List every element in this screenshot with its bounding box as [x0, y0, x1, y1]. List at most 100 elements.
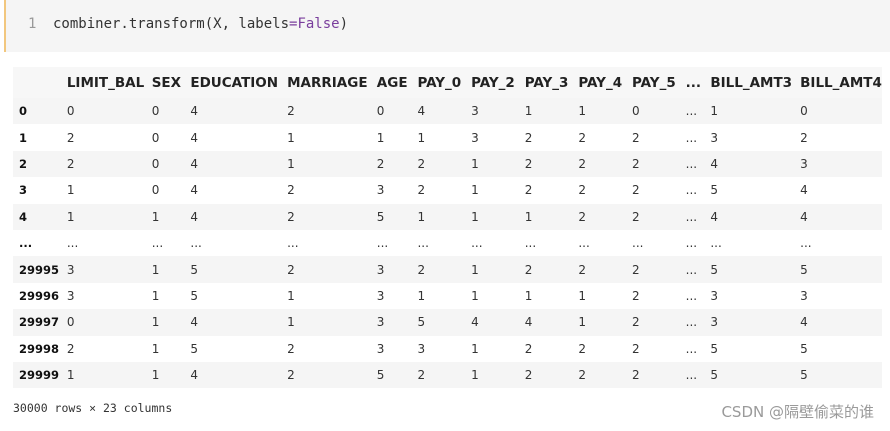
table-cell: 2 [632, 130, 640, 145]
table-row: 29996 3 1 5 1 3 1 1 1 1 2... 3 3 [13, 282, 882, 310]
row-index: 0 [19, 104, 28, 119]
table-cell: 3 [800, 288, 808, 303]
table-cell: 2 [632, 341, 640, 356]
table-cell: 1 [287, 156, 295, 171]
table-cell: 2 [417, 183, 426, 198]
table-cell: 4 [524, 315, 533, 330]
column-header: ... [679, 67, 705, 98]
table-cell: 1 [66, 183, 75, 198]
table-cell: 4 [190, 183, 199, 198]
table-cell: 4 [190, 209, 199, 224]
table-cell: 3 [376, 288, 385, 303]
table-row: 2 2 0 4 1 2 2 1 2 2 2... 4 3 [13, 150, 882, 178]
table-cell: ... [685, 341, 698, 356]
row-index: 29996 [19, 288, 60, 303]
table-cell: ... [685, 262, 698, 277]
table-cell: ... [632, 236, 644, 251]
table-cell: 1 [287, 288, 295, 303]
table-cell: 5 [376, 209, 385, 224]
table-cell: 1 [471, 368, 479, 383]
table-cell: 1 [578, 104, 586, 119]
table-cell: 2 [524, 156, 533, 171]
table-cell: 1 [66, 368, 75, 383]
table-cell: 1 [524, 288, 533, 303]
table-cell: 0 [151, 183, 160, 198]
table-cell: 1 [471, 341, 479, 356]
notebook-output: 1 combiner.transform(X, labels=False) LI… [0, 0, 890, 431]
table-cell: 3 [710, 315, 718, 330]
column-header: MARRIAGE [281, 67, 371, 98]
table-cell: 3 [66, 262, 75, 277]
table-row: 29999 1 1 4 2 5 2 1 2 2 2... 5 5 [13, 361, 882, 389]
table-cell: 4 [471, 315, 479, 330]
table-cell: 1 [151, 315, 160, 330]
table-row: 3 1 0 4 2 3 2 1 2 2 2... 5 4 [13, 177, 882, 204]
table-cell: 1 [578, 315, 586, 330]
table-row: ........................................… [13, 229, 882, 257]
table-cell: 3 [471, 130, 479, 145]
table-cell: 2 [800, 130, 808, 145]
table-cell: 2 [66, 156, 75, 171]
table-cell: 2 [632, 288, 640, 303]
table-cell: 4 [800, 183, 808, 198]
table-cell: 2 [417, 368, 426, 383]
table-cell: 5 [190, 288, 199, 303]
table-cell: ... [66, 236, 79, 251]
table-cell: 2 [287, 209, 295, 224]
table-cell: 1 [151, 209, 160, 224]
table-cell: 3 [800, 156, 808, 171]
table-cell: 4 [190, 315, 199, 330]
code-cell[interactable]: 1 combiner.transform(X, labels=False) [4, 0, 890, 52]
dataframe-shape-note: 30000 rows × 23 columns [13, 401, 173, 415]
code-close-paren: ) [339, 16, 349, 32]
table-cell: 2 [632, 156, 640, 171]
table-cell: 4 [710, 209, 718, 224]
table-cell: 2 [578, 130, 586, 145]
table-cell: 1 [376, 130, 385, 145]
table-cell: 2 [578, 156, 586, 171]
table-cell: ... [287, 236, 299, 251]
table-cell: 4 [190, 156, 199, 171]
table-cell: 2 [66, 341, 75, 356]
column-header: SEX [145, 67, 185, 98]
table-cell: 2 [578, 262, 586, 277]
table-cell: 2 [417, 262, 426, 277]
table-cell: 1 [524, 104, 533, 119]
table-row: 29998 2 1 5 2 3 3 1 2 2 2... 5 5 [13, 335, 882, 362]
table-cell: 1 [417, 209, 426, 224]
column-header: PAY_2 [465, 67, 519, 98]
table-cell: ... [471, 236, 483, 251]
table-cell: 2 [524, 262, 533, 277]
table-cell: 5 [800, 368, 808, 383]
table-cell: 2 [287, 262, 295, 277]
table-cell: 1 [524, 209, 533, 224]
table-cell: 2 [632, 183, 640, 198]
index-header [13, 67, 61, 98]
table-cell: 5 [710, 341, 718, 356]
row-index: ... [19, 236, 33, 251]
table-cell: 4 [190, 368, 199, 383]
table-row: 29995 3 1 5 2 3 2 1 2 2 2... 5 5 [13, 256, 882, 283]
table-cell: 0 [800, 104, 808, 119]
code-line[interactable]: combiner.transform(X, labels=False) [53, 16, 348, 32]
row-index: 4 [19, 209, 28, 224]
table-cell: 4 [417, 104, 426, 119]
table-cell: 1 [471, 156, 479, 171]
table-cell: 4 [800, 315, 808, 330]
table-cell: 5 [376, 368, 385, 383]
table-cell: 4 [190, 130, 199, 145]
table-cell: 1 [578, 288, 586, 303]
table-cell: 3 [376, 341, 385, 356]
table-cell: 2 [417, 156, 426, 171]
column-header: PAY_5 [626, 67, 680, 98]
table-cell: ... [685, 368, 698, 383]
dataframe-output: LIMIT_BAL SEX EDUCATION MARRIAGE AGE PAY_0 PAY… [13, 67, 882, 389]
table-cell: ... [376, 236, 389, 251]
row-index: 2 [19, 156, 28, 171]
column-header: BILL_AMT4 [794, 67, 882, 98]
table-cell: 3 [376, 183, 385, 198]
table-cell: 5 [190, 341, 199, 356]
table-row: 29997 0 1 4 1 3 5 4 4 1 2... 3 4 [13, 309, 882, 336]
table-cell: 2 [376, 156, 385, 171]
table-cell: 0 [66, 104, 75, 119]
